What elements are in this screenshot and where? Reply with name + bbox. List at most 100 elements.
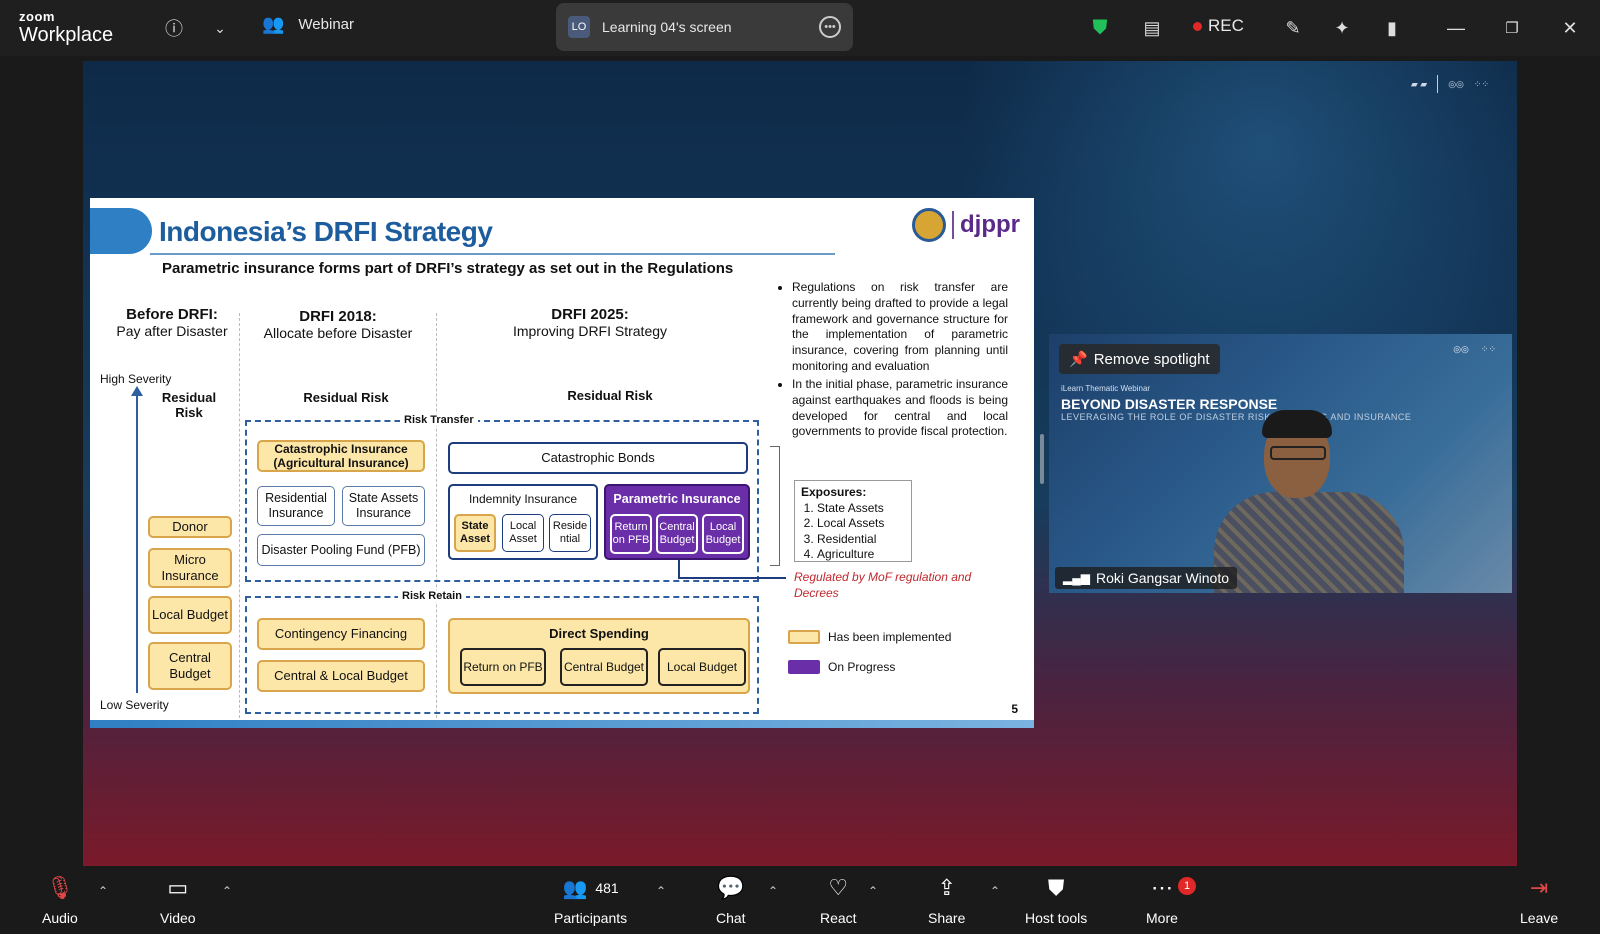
- exposure-item: Agriculture: [817, 547, 905, 563]
- col1-head: Before DRFI:: [126, 306, 218, 323]
- exposures-box: Exposures: State Assets Local Assets Res…: [794, 480, 912, 562]
- more-notification-badge: 1: [1178, 877, 1196, 895]
- remove-spotlight-button[interactable]: 📌 Remove spotlight: [1059, 344, 1220, 374]
- rec-label: REC: [1208, 16, 1244, 35]
- info-icon[interactable]: ⓘ: [160, 14, 188, 42]
- high-severity-label: High Severity: [100, 372, 172, 386]
- state-asset-box: State Asset: [454, 514, 496, 552]
- recording-indicator[interactable]: REC: [1193, 16, 1244, 36]
- close-icon[interactable]: ✕: [1556, 14, 1584, 42]
- react-caret-icon[interactable]: ⌃: [868, 884, 878, 898]
- connector-line: [678, 560, 680, 578]
- top-bar: zoom Workplace ⓘ ⌄ 👥 Webinar LO Learning…: [0, 0, 1600, 56]
- parametric-local-budget-box: Local Budget: [702, 514, 744, 554]
- restore-icon[interactable]: ❐: [1498, 14, 1526, 42]
- local-budget-box: Local Budget: [148, 596, 232, 634]
- host-tools-button[interactable]: ⛊ Host tools: [1025, 872, 1087, 926]
- app-logo: zoom Workplace: [19, 10, 113, 45]
- slide-footer-bar: [90, 720, 1034, 728]
- legend-progress: On Progress: [788, 660, 895, 674]
- direct-spending-label: Direct Spending: [549, 626, 649, 641]
- djppr-logo-text: djppr: [960, 211, 1020, 238]
- exposure-item: State Assets: [817, 501, 905, 517]
- bullet-initial-phase: In the initial phase, parametric insuran…: [792, 377, 1008, 440]
- risk-transfer-label: Risk Transfer: [400, 414, 478, 426]
- chat-caret-icon[interactable]: ⌃: [768, 884, 778, 898]
- leave-icon: ⇥: [1529, 875, 1549, 900]
- indonesiare-logo2-icon: ⁘⁘: [1473, 78, 1489, 89]
- indonesiare-logo-icon: ◎◎: [1448, 78, 1464, 89]
- direct-local-budget-box: Local Budget: [658, 648, 746, 686]
- video-camera-icon: ▭: [167, 875, 189, 900]
- chat-button[interactable]: 💬 Chat: [716, 872, 746, 926]
- share-label: Share: [928, 910, 966, 926]
- notes-icon[interactable]: ▤: [1138, 14, 1166, 42]
- indonesiare-logo-icon: ◎◎: [1453, 344, 1469, 354]
- video-options-caret-icon[interactable]: ⌃: [222, 884, 232, 898]
- risk-retain-label: Risk Retain: [398, 590, 466, 602]
- webinar-indicator: 👥 Webinar: [262, 14, 354, 35]
- ai-sparkle-icon[interactable]: ✦: [1328, 14, 1356, 42]
- speaker-video-tile[interactable]: iLearn Thematic Webinar BEYOND DISASTER …: [1049, 334, 1512, 593]
- logo-divider: [1437, 75, 1439, 93]
- central-budget-box: Central Budget: [148, 642, 232, 690]
- side-panel-icon[interactable]: ▮: [1378, 14, 1406, 42]
- more-button[interactable]: ⋯ More: [1146, 872, 1178, 926]
- participants-button[interactable]: 👥 481 Participants: [554, 872, 628, 927]
- chat-label: Chat: [716, 910, 746, 926]
- brand-small-text: zoom: [19, 9, 55, 24]
- severity-arrow: [136, 393, 138, 693]
- more-options-icon[interactable]: •••: [819, 16, 841, 38]
- webinar-label: Webinar: [298, 16, 355, 33]
- col1-sub: Pay after Disaster: [116, 323, 228, 339]
- video-button[interactable]: ▭ Video: [160, 872, 196, 926]
- minimize-icon[interactable]: —: [1442, 14, 1470, 42]
- danantara-logo-icon: ▰ ▰: [1410, 78, 1428, 89]
- catastrophic-insurance-box: Catastrophic Insurance (Agricultural Ins…: [257, 440, 425, 472]
- audio-button[interactable]: 🎙 Audio: [42, 872, 78, 926]
- pin-icon: 📌: [1069, 351, 1088, 368]
- shield-check-icon[interactable]: ⛊: [1086, 14, 1114, 42]
- col3-sub: Improving DRFI Strategy: [512, 323, 668, 339]
- chevron-down-icon[interactable]: ⌄: [206, 14, 234, 42]
- leave-button[interactable]: ⇥ Leave: [1520, 872, 1558, 926]
- col2-sub: Allocate before Disaster: [263, 325, 413, 341]
- react-button[interactable]: ♡ React: [820, 872, 857, 926]
- signal-bars-icon: ▂▄▆: [1063, 571, 1090, 585]
- chat-icon: 💬: [717, 875, 745, 900]
- participants-icon: 👥 481: [562, 877, 619, 900]
- exposure-item: Residential: [817, 532, 905, 548]
- col3-head: DRFI 2025:: [551, 306, 629, 323]
- batik-shirt-pattern: [1214, 492, 1404, 593]
- heart-icon: ♡: [828, 875, 849, 900]
- participants-caret-icon[interactable]: ⌃: [656, 884, 666, 898]
- audio-options-caret-icon[interactable]: ⌃: [98, 884, 108, 898]
- indonesiare-logo2-icon: ⁘⁘: [1480, 344, 1496, 354]
- leave-label: Leave: [1520, 910, 1559, 926]
- speaker-hair: [1262, 410, 1332, 438]
- annotate-icon[interactable]: ✎: [1279, 14, 1307, 42]
- speaker-figure: [1194, 404, 1424, 593]
- legend-implemented: Has been implemented: [788, 630, 951, 644]
- rec-dot-icon: [1193, 21, 1202, 31]
- title-rule: [150, 253, 835, 255]
- slide-title: Indonesia’s DRFI Strategy: [159, 216, 493, 247]
- slide-bullets: Regulations on risk transfer are current…: [778, 280, 1008, 442]
- exposure-item: Local Assets: [817, 516, 905, 532]
- slide-page-number: 5: [1011, 702, 1018, 716]
- col2-head: DRFI 2018:: [299, 308, 377, 325]
- parametric-label: Parametric Insurance: [613, 492, 741, 506]
- more-dots-icon: ⋯: [1150, 875, 1173, 900]
- share-screen-icon: ⇪: [937, 875, 956, 900]
- indemnity-label: Indemnity Insurance: [468, 492, 578, 506]
- share-caret-icon[interactable]: ⌃: [990, 884, 1000, 898]
- participants-label: Participants: [554, 910, 628, 926]
- split-resize-handle[interactable]: [1040, 434, 1044, 484]
- legend-implemented-label: Has been implemented: [828, 630, 952, 644]
- share-button[interactable]: ⇪ Share: [928, 872, 965, 926]
- speaker-bg-logos: ◎◎ ⁘⁘: [1453, 344, 1496, 355]
- share-pill[interactable]: LO Learning 04's screen •••: [556, 3, 853, 51]
- participants-count: 481: [595, 880, 619, 896]
- djppr-logo: djppr: [912, 208, 1020, 242]
- speaker-name-tag: ▂▄▆ Roki Gangsar Winoto: [1055, 567, 1238, 589]
